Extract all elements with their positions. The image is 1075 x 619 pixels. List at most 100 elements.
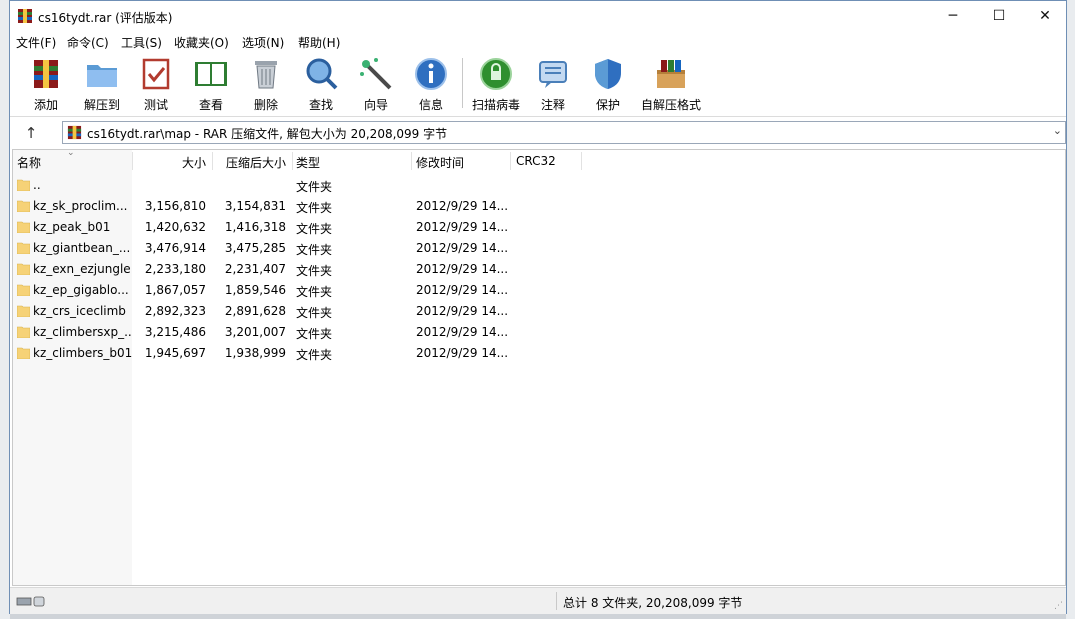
file-packed-size: 3,475,285: [224, 241, 286, 255]
title-bar: cs16tydt.rar (评估版本) ─ ☐ ✕: [10, 1, 1066, 32]
file-modified: 2012/9/29 14...: [416, 199, 508, 213]
extract-to-button[interactable]: 解压到: [72, 56, 132, 113]
file-type: 文件夹: [296, 327, 333, 341]
file-name: kz_sk_proclim...: [33, 199, 128, 213]
virus-scan-button[interactable]: 扫描病毒: [466, 56, 526, 113]
file-type: 文件夹: [296, 243, 333, 257]
column-header-packed-size[interactable]: 压缩后大小: [213, 154, 286, 171]
test-label: 测试: [143, 98, 168, 112]
file-size: 1,420,632: [144, 220, 206, 234]
magnifier-icon: [306, 58, 338, 90]
column-divider[interactable]: [411, 152, 412, 170]
column-header-crc32[interactable]: CRC32: [516, 154, 556, 168]
info-button[interactable]: 信息: [401, 56, 461, 113]
folder-icon: [17, 221, 30, 233]
menu-file[interactable]: 文件(F): [16, 34, 56, 51]
status-divider: [556, 592, 557, 610]
find-label: 查找: [308, 98, 333, 112]
list-item[interactable]: kz_giantbean_... 3,476,914 3,475,285 文件夹…: [13, 238, 1065, 259]
file-packed-size: 1,938,999: [224, 346, 286, 360]
resize-grip-icon[interactable]: ⋰: [1054, 601, 1063, 611]
list-item[interactable]: kz_sk_proclim... 3,156,810 3,154,831 文件夹…: [13, 196, 1065, 217]
list-item[interactable]: kz_peak_b01 1,420,632 1,416,318 文件夹 2012…: [13, 217, 1065, 238]
folder-icon: [17, 326, 30, 338]
protect-button[interactable]: 保护: [578, 56, 638, 113]
file-name: kz_peak_b01: [33, 220, 111, 234]
column-divider[interactable]: [510, 152, 511, 170]
add-button[interactable]: 添加: [16, 56, 76, 113]
sfx-box-icon: [657, 60, 685, 88]
folder-icon: [17, 200, 30, 212]
column-divider[interactable]: [581, 152, 582, 170]
menu-help[interactable]: 帮助(H): [298, 34, 340, 51]
folder-icon: [17, 284, 30, 296]
view-button[interactable]: 查看: [181, 56, 241, 113]
file-size: 3,476,914: [144, 241, 206, 255]
column-header-modified[interactable]: 修改时间: [416, 154, 464, 171]
path-text: cs16tydt.rar\map - RAR 压缩文件, 解包大小为 20,20…: [87, 127, 448, 141]
file-size: 2,892,323: [144, 304, 206, 318]
extract-to-label: 解压到: [83, 98, 120, 112]
status-bar: 总计 8 文件夹, 20,208,099 字节 ⋰: [10, 587, 1066, 614]
info-label: 信息: [418, 98, 443, 112]
window-title: cs16tydt.rar (评估版本): [38, 11, 173, 25]
maximize-button[interactable]: ☐: [976, 1, 1022, 32]
test-checklist-icon: [142, 58, 170, 90]
list-item[interactable]: kz_exn_ezjungle 2,233,180 2,231,407 文件夹 …: [13, 259, 1065, 280]
toolbar: 添加 解压到 测试 查看 删除 查找 向导 信息 扫描病毒 注释 保护 自解压格…: [10, 52, 1066, 116]
folder-icon: [17, 242, 30, 254]
menu-tools[interactable]: 工具(S): [121, 34, 162, 51]
file-type: 文件夹: [296, 306, 333, 320]
list-item-parent[interactable]: .. 文件夹: [13, 175, 1065, 196]
wizard-wand-icon: [360, 58, 392, 90]
path-field[interactable]: cs16tydt.rar\map - RAR 压缩文件, 解包大小为 20,20…: [62, 121, 1066, 144]
file-modified: 2012/9/29 14...: [416, 262, 508, 276]
list-item[interactable]: kz_climbersxp_... 3,215,486 3,201,007 文件…: [13, 322, 1065, 343]
wizard-button[interactable]: 向导: [346, 56, 406, 113]
status-summary: 总计 8 文件夹, 20,208,099 字节: [563, 596, 743, 610]
file-modified: 2012/9/29 14...: [416, 325, 508, 339]
file-size: 2,233,180: [144, 262, 206, 276]
file-name: kz_climbers_b01: [33, 346, 132, 360]
folder-icon: [17, 347, 30, 359]
file-packed-size: 1,416,318: [224, 220, 286, 234]
file-type: 文件夹: [296, 222, 333, 236]
file-name: kz_giantbean_...: [33, 241, 131, 255]
column-header-name[interactable]: 名称: [17, 154, 41, 171]
wizard-label: 向导: [363, 98, 388, 112]
column-header-size[interactable]: 大小: [133, 154, 206, 171]
drive-status-icon: [16, 596, 45, 607]
menu-options[interactable]: 选项(N): [242, 34, 284, 51]
file-size: 1,945,697: [144, 346, 206, 360]
path-dropdown-icon[interactable]: ⌄: [1053, 124, 1062, 137]
delete-button[interactable]: 删除: [236, 56, 296, 113]
menu-commands[interactable]: 命令(C): [67, 34, 109, 51]
file-type: 文件夹: [296, 180, 333, 194]
up-folder-button[interactable]: ↑: [20, 122, 42, 144]
file-modified: 2012/9/29 14...: [416, 304, 508, 318]
list-item[interactable]: kz_crs_iceclimb 2,892,323 2,891,628 文件夹 …: [13, 301, 1065, 322]
file-packed-size: 2,231,407: [224, 262, 286, 276]
test-button[interactable]: 测试: [126, 56, 186, 113]
list-item[interactable]: kz_climbers_b01 1,945,697 1,938,999 文件夹 …: [13, 343, 1065, 364]
folder-icon: [17, 179, 30, 191]
column-header-row: ⌄ 名称 大小 压缩后大小 类型 修改时间 CRC32: [13, 150, 1065, 172]
find-button[interactable]: 查找: [291, 56, 351, 113]
view-label: 查看: [198, 98, 223, 112]
file-name: ..: [33, 178, 41, 192]
comment-button[interactable]: 注释: [523, 56, 583, 113]
list-item[interactable]: kz_ep_gigablo... 1,867,057 1,859,546 文件夹…: [13, 280, 1065, 301]
column-header-type[interactable]: 类型: [296, 154, 320, 171]
column-divider[interactable]: [292, 152, 293, 170]
file-type: 文件夹: [296, 348, 333, 362]
sfx-button[interactable]: 自解压格式: [633, 56, 709, 113]
toolbar-separator: [462, 58, 463, 108]
menu-favorites[interactable]: 收藏夹(O): [174, 34, 229, 51]
file-packed-size: 2,891,628: [224, 304, 286, 318]
close-button[interactable]: ✕: [1022, 1, 1068, 32]
file-name: kz_climbersxp_...: [33, 325, 132, 339]
file-packed-size: 3,201,007: [224, 325, 286, 339]
minimize-button[interactable]: ─: [930, 1, 976, 32]
protect-label: 保护: [595, 98, 620, 112]
file-size: 1,867,057: [144, 283, 206, 297]
